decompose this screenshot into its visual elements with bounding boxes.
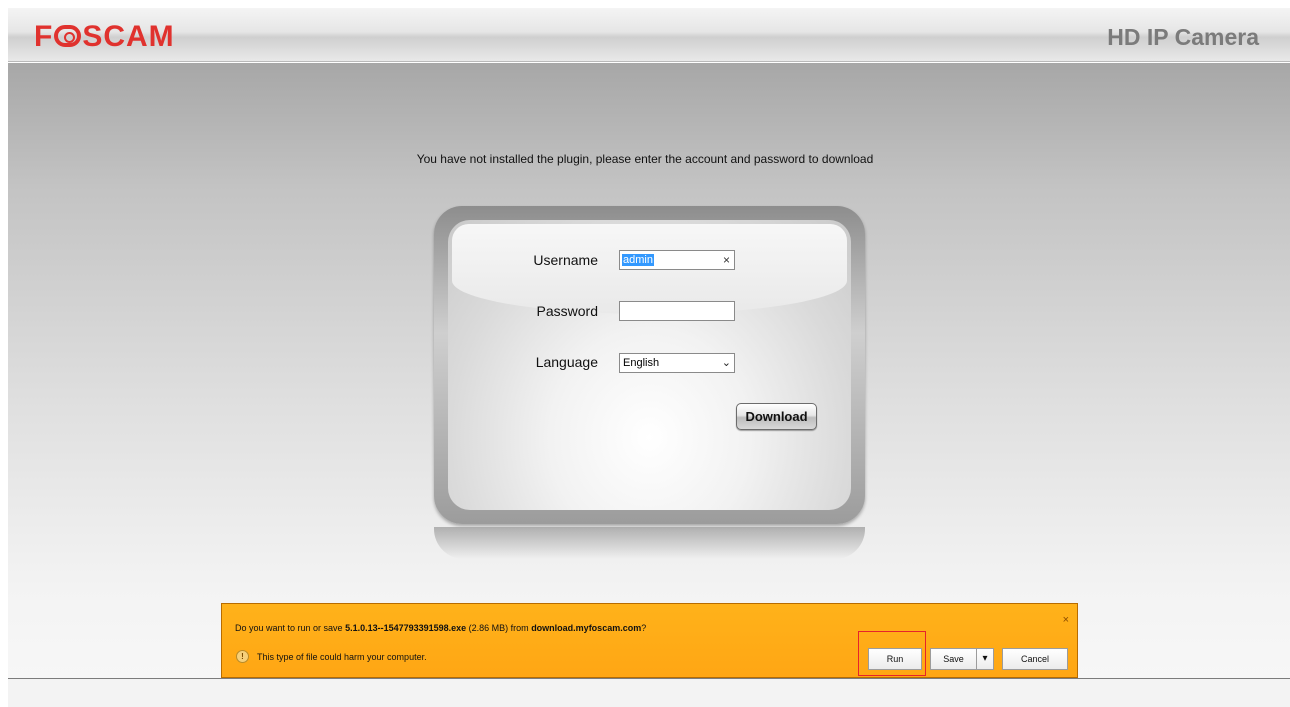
- language-value: English: [623, 357, 660, 369]
- question-prefix: Do you want to run or save: [235, 623, 346, 633]
- download-file-name: 5.1.0.13--1547793391598.exe: [345, 623, 467, 633]
- download-source: download.myfoscam.com: [531, 623, 642, 633]
- password-label: Password: [536, 303, 598, 319]
- product-title: HD IP Camera: [1107, 24, 1259, 50]
- run-button[interactable]: Run: [868, 648, 922, 670]
- logo-text-f: F: [34, 20, 54, 53]
- camera-lens-icon: [54, 25, 82, 47]
- username-input[interactable]: admin ×: [619, 250, 735, 270]
- clear-icon[interactable]: ×: [723, 251, 730, 269]
- chevron-down-icon: ⌄: [721, 357, 731, 369]
- panel-reflection: [434, 527, 865, 559]
- cancel-button[interactable]: Cancel: [1002, 648, 1068, 670]
- download-file-size: (2.86 MB) from: [466, 623, 532, 633]
- save-button[interactable]: Save: [930, 648, 976, 670]
- logo-text-scam: SCAM: [82, 20, 175, 53]
- download-notification-bar: Do you want to run or save 5.1.0.13--154…: [221, 603, 1078, 678]
- page-header: F SCAM HD IP Camera: [8, 8, 1290, 62]
- warning-icon: !: [236, 650, 249, 663]
- password-input[interactable]: [619, 301, 735, 321]
- close-icon[interactable]: ×: [1063, 614, 1069, 626]
- chevron-down-icon: ▾: [982, 653, 988, 664]
- language-label: Language: [535, 354, 598, 370]
- question-suffix: ?: [641, 623, 647, 633]
- save-menu-button[interactable]: ▾: [976, 648, 994, 670]
- page-footer: [8, 679, 1290, 707]
- language-select[interactable]: English ⌄: [619, 353, 735, 373]
- username-label: Username: [533, 252, 598, 268]
- download-warning: This type of file could harm your comput…: [257, 652, 427, 662]
- username-value: admin: [622, 254, 654, 266]
- download-button[interactable]: Download: [736, 403, 817, 430]
- download-question: Do you want to run or save 5.1.0.13--154…: [235, 623, 646, 633]
- plugin-notice: You have not installed the plugin, pleas…: [416, 152, 874, 166]
- foscam-logo: F SCAM: [34, 20, 175, 54]
